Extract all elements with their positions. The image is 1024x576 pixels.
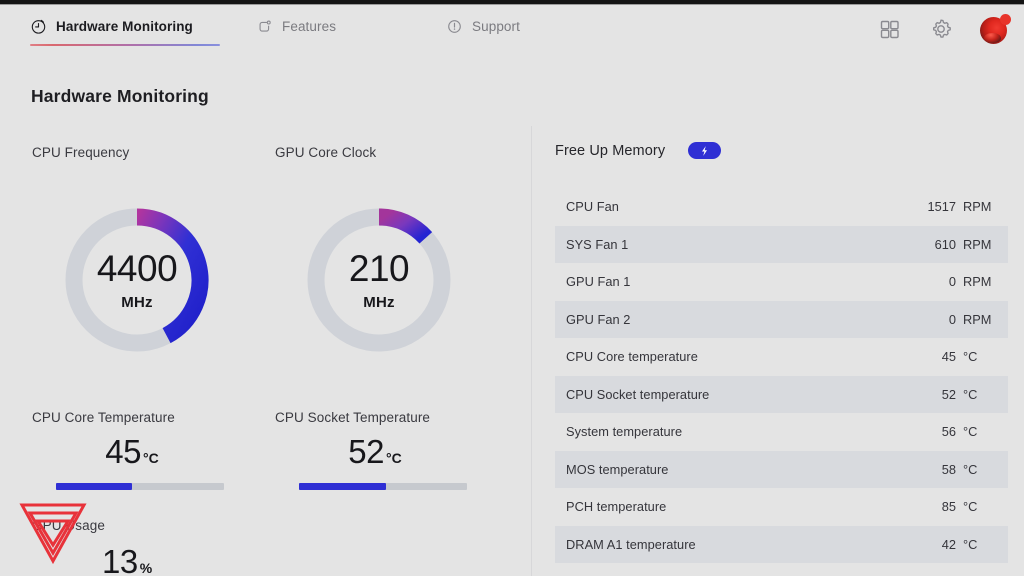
- sensor-unit: RPM: [963, 274, 992, 290]
- sensor-row[interactable]: CPU Fan 1517 RPM: [555, 188, 1008, 226]
- sensor-value: 610: [934, 236, 956, 252]
- cpu-core-temperature-label: CPU Core Temperature: [32, 410, 175, 425]
- cpu-core-temperature-unit: °C: [143, 450, 159, 466]
- cpu-socket-temperature-label: CPU Socket Temperature: [275, 410, 431, 425]
- cpu-socket-temperature-bar-fill: [299, 483, 387, 490]
- cpu-core-temperature-bar-fill: [56, 483, 132, 490]
- sensor-value: 58: [941, 461, 956, 477]
- cpu-socket-temperature-bar-track: [299, 483, 467, 490]
- lightning-bolt-icon: [702, 145, 708, 156]
- sensor-value: 45: [941, 349, 956, 365]
- free-up-memory-button[interactable]: [688, 142, 722, 159]
- cpu-socket-temperature-value: 52: [348, 433, 384, 470]
- cpu-core-temperature-bar-track: [56, 483, 224, 490]
- sensor-row[interactable]: System temperature 56 °C: [555, 413, 1008, 451]
- rounded-square-dot-icon: [256, 18, 273, 35]
- sensor-unit: RPM: [963, 236, 992, 252]
- sensor-row[interactable]: SYS Fan 1 610 RPM: [555, 225, 1008, 263]
- gpu-usage-label: GPU Usage: [32, 518, 105, 533]
- sensors-right-pane: Free Up Memory CPU Fan 1517 RPM SYS Fan 1 61…: [531, 120, 1024, 576]
- gpu-core-clock-label: GPU Core Clock: [275, 145, 377, 160]
- sensor-value: 56: [941, 424, 956, 440]
- sensor-list: CPU Fan 1517 RPM SYS Fan 1 610 RPM GPU Fan 10R…: [555, 188, 1008, 563]
- sensor-name: SYS Fan 1: [566, 236, 629, 252]
- sensor-name: PCH temperature: [566, 499, 667, 515]
- sensor-name: GPU Fan 2: [566, 311, 631, 327]
- cpu-frequency-gauge: 4400 MHz: [57, 200, 217, 360]
- sensor-unit: RPM: [963, 199, 992, 215]
- sensor-value: 42: [941, 536, 956, 552]
- sensor-value: 0: [948, 311, 956, 327]
- exclamation-circle-icon: [446, 18, 463, 35]
- sensor-unit: °C: [963, 386, 978, 402]
- sensor-row[interactable]: CPU Socket temperature 52 °C: [555, 375, 1008, 413]
- sensor-unit: °C: [963, 536, 978, 552]
- active-tab-underline: [30, 44, 220, 46]
- cpu-core-temperature-block: CPU Core Temperature 45 °C: [32, 410, 232, 490]
- cpu-core-temperature-value: 45: [105, 433, 141, 470]
- sensor-unit: °C: [963, 499, 978, 515]
- sensor-value: 52: [941, 386, 956, 402]
- cpu-socket-temperature-block: CPU Socket Temperature 52 °C: [275, 410, 475, 490]
- sensor-unit: °C: [963, 424, 978, 440]
- header-actions: [876, 14, 1011, 44]
- tab-label-hardware-monitoring: Hardware Monitoring: [56, 19, 193, 34]
- sensor-value: 1517: [927, 199, 956, 215]
- gauge-clock-icon: [30, 18, 47, 35]
- tab-label-support: Support: [472, 19, 520, 34]
- tab-support[interactable]: Support: [446, 5, 596, 39]
- sensor-unit: °C: [963, 349, 978, 365]
- cpu-socket-temperature-unit: °C: [386, 450, 402, 466]
- page-title: Hardware Monitoring: [31, 86, 209, 106]
- sensor-row[interactable]: MOS temperature 58 °C: [555, 450, 1008, 488]
- sensor-value: 0: [948, 274, 956, 290]
- sensor-name: CPU Core temperature: [566, 349, 698, 365]
- gear-icon[interactable]: [928, 16, 954, 42]
- avatar[interactable]: [980, 14, 1011, 44]
- tab-bar: Hardware Monitoring Features Support: [30, 5, 596, 56]
- sensor-name: CPU Socket temperature: [566, 386, 710, 402]
- app-window: Hardware Monitoring Features Support Har…: [0, 0, 1024, 576]
- sensor-name: System temperature: [566, 424, 683, 440]
- sensor-row[interactable]: CPU Core temperature 45 °C: [555, 338, 1008, 376]
- free-up-memory-row: Free Up Memory: [555, 142, 722, 159]
- gpu-core-clock-gauge: 210 MHz: [299, 200, 459, 360]
- cpu-socket-temperature-readout: 52 °C: [275, 433, 475, 471]
- sensor-name: GPU Fan 1: [566, 274, 631, 290]
- gpu-usage-block: GPU Usage 13 %: [32, 518, 252, 576]
- cpu-core-temperature-readout: 45 °C: [32, 433, 232, 471]
- sensor-unit: RPM: [963, 311, 992, 327]
- sensor-row[interactable]: GPU Fan 2 0 RPM: [555, 300, 1008, 338]
- sensor-unit: °C: [963, 461, 978, 477]
- app-header: Hardware Monitoring Features Support: [0, 5, 1024, 56]
- avatar-status-dot: [1000, 14, 1011, 25]
- sensor-row[interactable]: GPU Fan 1 0 RPM: [555, 263, 1008, 301]
- sensor-value: 85: [941, 499, 956, 515]
- tab-hardware-monitoring[interactable]: Hardware Monitoring: [30, 5, 256, 46]
- sensor-name: DRAM A1 temperature: [566, 536, 696, 552]
- free-up-memory-label: Free Up Memory: [555, 142, 666, 159]
- sensor-row[interactable]: PCH temperature 85 °C: [555, 488, 1008, 526]
- sensor-name: CPU Fan: [566, 199, 619, 215]
- grid-apps-icon[interactable]: [876, 16, 902, 42]
- cpu-frequency-label: CPU Frequency: [32, 145, 130, 160]
- sensor-row[interactable]: DRAM A1 temperature 42 °C: [555, 525, 1008, 563]
- gpu-usage-value: 13: [102, 543, 138, 576]
- tab-label-features: Features: [282, 19, 337, 34]
- tab-features[interactable]: Features: [256, 5, 446, 39]
- gpu-usage-readout: 13 %: [102, 543, 252, 576]
- gpu-usage-unit: %: [139, 560, 153, 576]
- sensor-name: MOS temperature: [566, 461, 669, 477]
- monitoring-left-pane: CPU Frequency GPU Core Clock 4400 MHz 21…: [0, 120, 530, 576]
